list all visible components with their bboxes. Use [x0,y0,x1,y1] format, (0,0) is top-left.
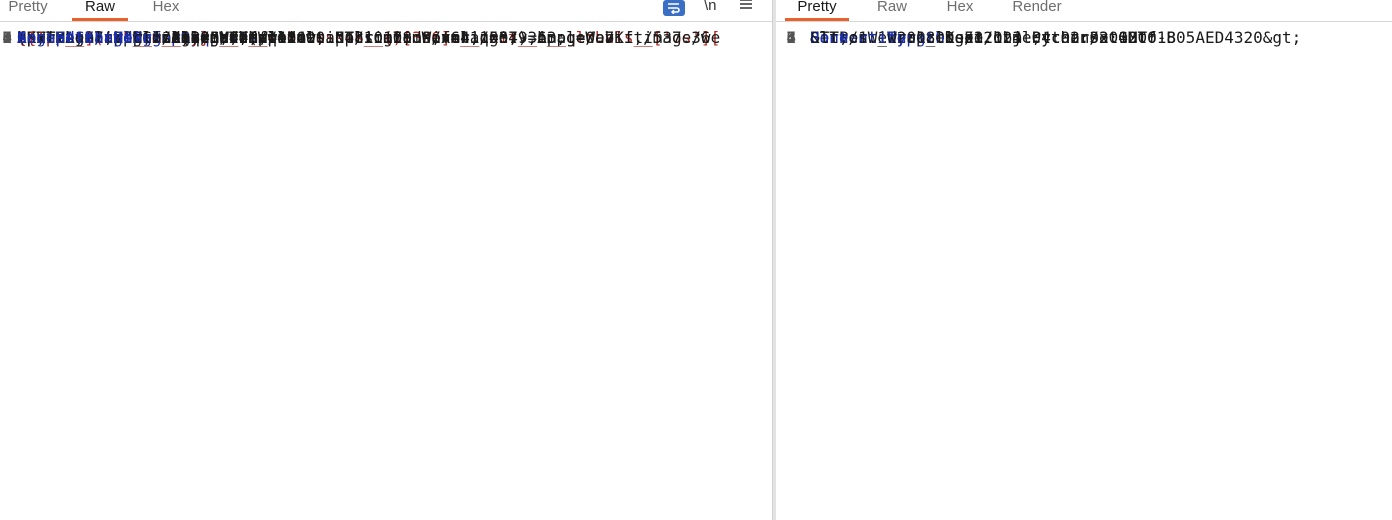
request-editor[interactable]: 1 GET /ssti-nowaf?payload= {{''.__class__.… [0,26,772,520]
tab-request-pretty[interactable]: Pretty [3,0,53,19]
tab-response-pretty[interactable]: Pretty [785,0,849,21]
request-tabs: Pretty Raw Hex \n [0,0,772,22]
tab-request-raw[interactable]: Raw [72,0,128,21]
tab-request-hex[interactable]: Hex [140,0,192,19]
wrap-lines-icon[interactable] [663,0,685,16]
tab-response-hex[interactable]: Hex [936,0,984,19]
response-editor[interactable]: 1 HTTP/1.1 200 OK 2 Server: Werkzeug/3.1.3 … [776,26,1392,520]
line-number: 6 [2,28,12,47]
line-content: Connection: close [17,26,758,50]
request-panel: Pretty Raw Hex \n 1 GET /ssti-nowaf?paylo… [0,0,772,520]
header-name: Connection [17,28,114,47]
newline-toggle[interactable]: \n [704,0,717,17]
header-value: &lt;os._wrap_close object at 0x000001B05… [810,28,1302,47]
header-value: : close [113,28,181,47]
hamburger-menu-icon[interactable] [739,0,753,17]
response-panel: Pretty Raw Hex Render 1 HTTP/1.1 200 OK 2 S… [776,0,1392,520]
line-number: 8 [786,28,796,47]
response-tabs: Pretty Raw Hex Render [776,0,1392,22]
tab-response-render[interactable]: Render [1006,0,1068,19]
line-content: &lt;os._wrap_close object at 0x000001B05… [810,26,1378,50]
tab-response-raw[interactable]: Raw [868,0,916,19]
